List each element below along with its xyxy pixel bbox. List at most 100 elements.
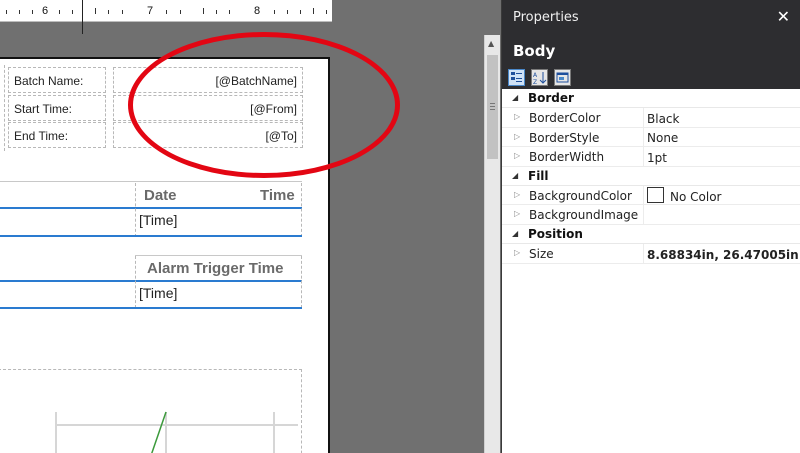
ruler-tick <box>108 10 109 14</box>
ruler-tick <box>300 10 301 14</box>
ruler-tick <box>287 10 288 14</box>
property-name-text: BorderColor <box>529 111 601 125</box>
close-icon[interactable]: ✕ <box>777 7 790 26</box>
table1-header-date[interactable]: Date <box>144 187 177 204</box>
scroll-up-arrow-icon[interactable]: ▲ <box>488 39 494 48</box>
svg-text:Z: Z <box>533 79 537 85</box>
expand-arrow-icon[interactable]: ▷ <box>514 248 520 257</box>
ruler-tick <box>59 10 60 14</box>
property-pages-icon[interactable] <box>554 69 571 86</box>
property-row-bordercolor[interactable]: ▷ BorderColor Black <box>502 108 800 128</box>
ruler-number-6: 6 <box>42 5 49 17</box>
property-grid: ◢ Border ▷ BorderColor Black ▷ BorderStyle None… <box>502 89 800 264</box>
red-annotation-circle <box>128 32 400 178</box>
thumb-grip-icon <box>490 109 495 110</box>
report-designer-canvas[interactable]: 6 7 8 Batch Name: [@BatchName] Start Tim… <box>0 0 484 453</box>
property-value[interactable]: Black <box>644 108 679 127</box>
property-name-text: Size <box>529 246 554 261</box>
ruler-background <box>332 0 484 22</box>
property-name: ▷ BorderWidth <box>502 147 644 166</box>
color-swatch[interactable] <box>647 187 664 204</box>
ruler-tick <box>180 10 181 14</box>
property-name: ▷ BackgroundImage <box>502 205 644 224</box>
expand-arrow-icon[interactable]: ▷ <box>514 190 520 199</box>
start-time-label[interactable]: Start Time: <box>8 95 106 121</box>
category-label: Position <box>528 226 583 241</box>
categorized-glyph <box>511 72 522 82</box>
table1-right-edge <box>301 183 302 237</box>
table1-top-rule <box>0 181 302 182</box>
table2-header-rule <box>0 280 302 282</box>
table2-cell-time[interactable]: [Time] <box>139 285 177 301</box>
alphabetical-glyph: AZ <box>533 72 547 86</box>
property-value-text: None <box>647 131 679 146</box>
property-value-text: Black <box>647 111 680 126</box>
property-row-size[interactable]: ▷ Size 8.68834in, 26.47005in <box>502 243 800 264</box>
ruler-tick <box>6 10 7 14</box>
property-value-text: 1pt <box>647 150 667 165</box>
table1-column-divider <box>135 183 136 237</box>
collapse-triangle-icon[interactable]: ◢ <box>512 171 518 180</box>
property-name: ▷ BackgroundColor <box>502 185 644 205</box>
property-name: ▷ BorderStyle <box>502 127 644 147</box>
svg-text:A: A <box>533 72 538 79</box>
table1-header-rule <box>0 207 302 209</box>
property-category-fill[interactable]: ◢ Fill <box>502 166 800 186</box>
property-name-text: BackgroundColor <box>529 188 632 203</box>
expand-arrow-icon[interactable]: ▷ <box>514 209 520 218</box>
ruler-tick <box>166 10 167 14</box>
ruler-position-marker <box>82 0 83 34</box>
property-value[interactable]: None <box>644 128 678 147</box>
property-value-text: 8.68834in, 26.47005in <box>647 247 799 262</box>
table2-header-alarm-trigger-time[interactable]: Alarm Trigger Time <box>147 260 283 277</box>
alphabetical-sort-icon[interactable]: AZ <box>531 69 548 86</box>
property-value[interactable]: 8.68834in, 26.47005in <box>644 244 799 263</box>
vertical-scrollbar[interactable]: ▲ <box>484 35 500 453</box>
property-pages-glyph <box>556 72 569 83</box>
ruler-number-7: 7 <box>147 5 154 17</box>
expand-arrow-icon[interactable]: ▷ <box>514 151 520 160</box>
collapse-triangle-icon[interactable]: ◢ <box>512 229 518 238</box>
category-label: Fill <box>528 168 549 183</box>
category-label: Border <box>528 91 574 105</box>
collapse-triangle-icon[interactable]: ◢ <box>512 93 518 102</box>
scrollbar-thumb[interactable] <box>487 55 498 159</box>
thumb-grip-icon <box>490 103 495 104</box>
chart-placeholder[interactable] <box>0 369 302 453</box>
expand-arrow-icon[interactable]: ▷ <box>514 132 520 141</box>
table2-top-rule <box>135 255 302 256</box>
property-value[interactable]: No Color <box>644 186 721 205</box>
param-grid-edge <box>4 65 5 151</box>
ruler-tick <box>95 8 96 14</box>
property-value[interactable] <box>644 205 647 224</box>
property-row-backgroundcolor[interactable]: ▷ BackgroundColor No Color <box>502 185 800 206</box>
thumb-grip-icon <box>490 106 495 107</box>
property-row-backgroundimage[interactable]: ▷ BackgroundImage <box>502 205 800 225</box>
categorized-view-icon[interactable] <box>508 69 525 86</box>
properties-title-bar: Properties ✕ <box>502 0 800 36</box>
properties-toolbar: AZ <box>502 67 800 89</box>
properties-panel: Properties ✕ Body AZ ◢ Border ▷ BorderColor… <box>501 0 800 453</box>
ruler-tick <box>32 10 33 14</box>
properties-title: Properties <box>513 10 579 25</box>
ruler-tick <box>229 10 230 14</box>
selected-object-name: Body <box>502 36 800 67</box>
ruler-tick <box>313 8 314 14</box>
table1-cell-time[interactable]: [Time] <box>139 212 177 228</box>
property-name: ▷ Size <box>502 243 644 263</box>
property-name-text: BackgroundImage <box>529 208 639 223</box>
table1-header-time[interactable]: Time <box>260 187 295 204</box>
property-row-borderwidth[interactable]: ▷ BorderWidth 1pt <box>502 147 800 167</box>
end-time-label[interactable]: End Time: <box>8 122 106 148</box>
property-category-border[interactable]: ◢ Border <box>502 89 800 108</box>
expand-arrow-icon[interactable]: ▷ <box>514 112 520 121</box>
property-value[interactable]: 1pt <box>644 147 667 166</box>
property-name: ▷ BorderColor <box>502 108 644 127</box>
ruler-tick <box>274 10 275 14</box>
scrollbar-gutter <box>484 0 500 35</box>
ruler-tick <box>326 10 327 14</box>
property-row-borderstyle[interactable]: ▷ BorderStyle None <box>502 127 800 148</box>
property-category-position[interactable]: ◢ Position <box>502 224 800 244</box>
ruler-tick <box>19 10 20 14</box>
batch-name-label[interactable]: Batch Name: <box>8 67 106 93</box>
